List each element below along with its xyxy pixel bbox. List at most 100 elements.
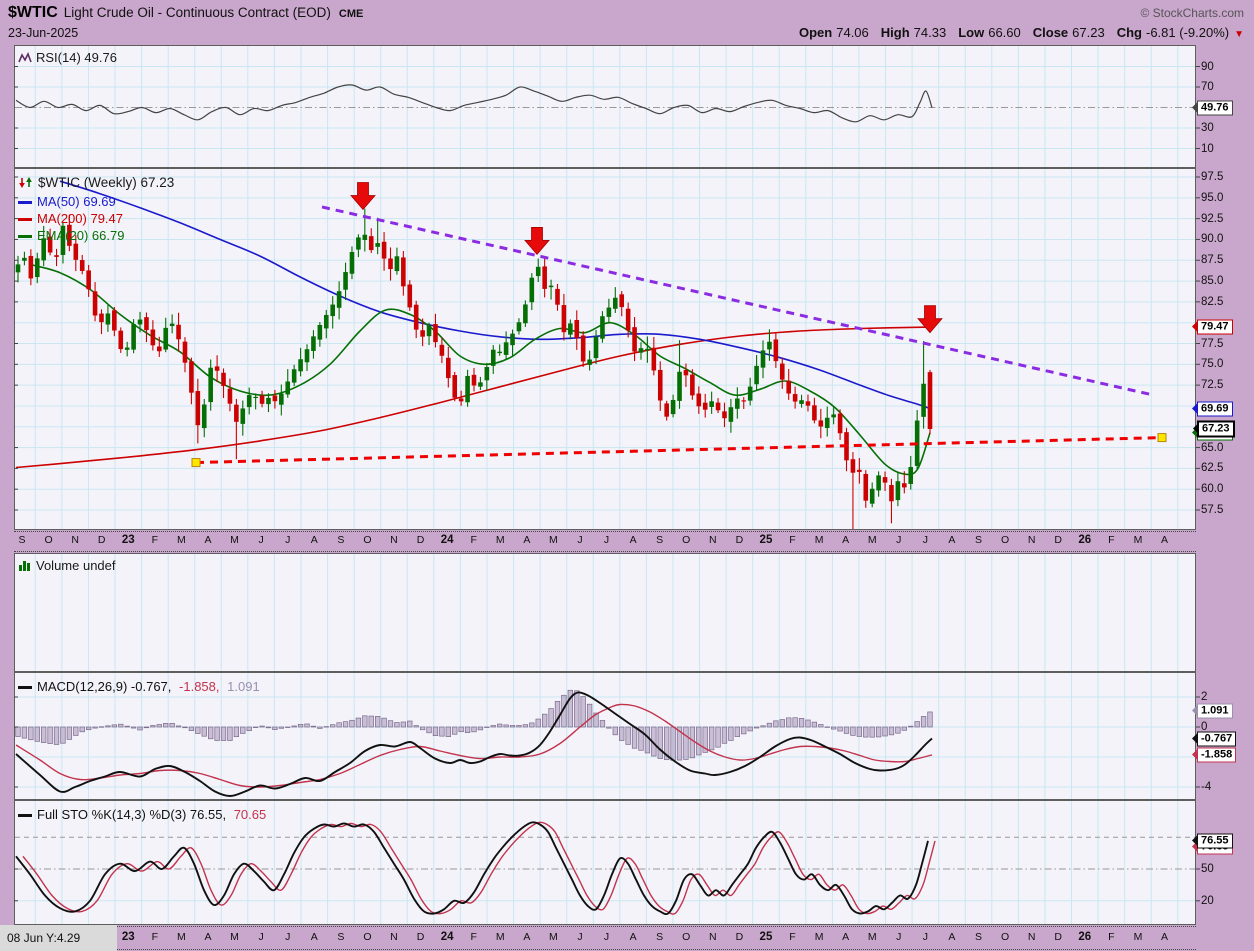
price-panel [14,168,1196,530]
axis-month-label: M [1133,534,1143,546]
axis-month-label: D [1054,534,1063,546]
scale-tick-label: 97.5 [1201,171,1224,183]
axis-month-label: N [71,534,79,546]
exchange-label: CME [338,8,364,20]
sto-legend: Full STO %K(14,3) %D(3) 76.55, 70.65 [18,807,266,822]
rsi-indicator-icon [18,52,32,67]
axis-month-label: J [258,534,264,546]
scale-tick-label: 90.0 [1201,233,1224,246]
candlestick-icon [18,176,34,193]
axis-month-label: F [789,931,796,943]
axis-month-label: O [363,534,372,546]
scale-tick-label: 82.5 [1201,295,1224,308]
ma200-swatch [18,218,32,222]
high-label: High [880,25,910,40]
axis-month-label: M [177,931,186,943]
sto-line-swatch [18,814,32,818]
axis-month-label: J [285,931,291,943]
axis-month-label: A [629,534,637,546]
axis-month-label: D [416,534,425,546]
scale-tick-label: 85.0 [1201,275,1224,288]
axis-month-label: 23 [121,931,135,943]
rsi-legend-label: RSI(14) 49.76 [36,50,117,65]
axis-month-label: D [416,931,425,943]
rsi-panel [14,45,1196,168]
chg-dropdown-arrow[interactable]: ▼ [1234,29,1244,40]
axis-month-label: 25 [759,534,773,546]
scale-tick-label: 70 [1201,81,1214,93]
date-axis-middle: S O N D 23 F M A M J J A S O N D 24 F M A M J J A S O N D 25 F M A M J J A S… [14,530,1196,553]
macd-legend-main: MACD(12,26,9) -0.767, [37,679,172,694]
axis-month-label: N [390,534,398,546]
axis-month-label: F [470,931,477,943]
axis-month-label: J [603,534,610,546]
axis-month-label: J [577,931,583,943]
axis-month-label: F [151,534,159,546]
axis-month-label: S [975,534,983,546]
chg-label: Chg [1116,25,1142,40]
axis-month-label: F [470,534,477,546]
scale-tick-label: 2 [1201,691,1208,703]
axis-month-label: 26 [1078,931,1092,943]
axis-month-label: M [814,534,824,546]
axis-month-label: J [285,534,291,546]
axis-month-label: A [1160,931,1169,943]
axis-month-label: J [922,534,928,546]
scale-badge: 1.091 [1192,703,1233,719]
scale-badge: 76.55 [1192,833,1233,849]
scale-tick-label: 50 [1201,863,1214,875]
axis-month-label: A [948,931,956,943]
axis-month-label: S [656,931,664,943]
scale-tick-label: 20 [1201,894,1214,907]
copyright-link[interactable]: © StockCharts.com [1140,6,1244,20]
axis-month-label: N [1027,534,1036,546]
axis-month-label: J [896,534,902,546]
axis-month-label: M [867,931,877,943]
macd-line-swatch [18,686,32,690]
scale-tick-label: 72.5 [1201,379,1224,392]
axis-month-label: A [1160,534,1169,546]
rsi-legend: RSI(14) 49.76 [18,50,117,67]
low-value: 66.60 [988,25,1021,40]
ema20-swatch [18,235,32,239]
scale-badge: 69.69 [1192,401,1233,417]
open-label: Open [799,25,833,40]
axis-month-label: A [842,931,850,943]
scale-tick-label: 87.5 [1201,254,1224,267]
header-row-1: $WTIC Light Crude Oil - Continuous Contr… [0,0,1254,24]
axis-month-label: N [1027,931,1036,943]
date-axis-bottom: SOND23FMAMJJASOND24FMAMJJASOND25FMAMJJAS… [14,925,1196,951]
crosshair-info-box: 08 Jun Y:4.29 [0,925,117,951]
axis-month-label: M [867,534,877,546]
scale-badge: 79.47 [1192,319,1233,335]
ma50-legend-label: MA(50) 69.69 [37,194,116,209]
axis-month-label: S [337,534,345,546]
axis-month-label: 26 [1078,534,1092,546]
axis-month-label: J [896,931,902,943]
axis-month-label: O [363,931,372,943]
scale-tick-label: 75.0 [1201,358,1224,371]
scale-tick-label: 77.5 [1201,337,1224,350]
volume-legend-label: Volume undef [36,558,116,573]
chart-date: 23-Jun-2025 [8,26,79,40]
axis-month-label: F [151,931,159,943]
axis-month-label: F [789,534,796,546]
scale-tick-label: -4 [1201,781,1212,793]
axis-month-label: A [523,534,531,546]
axis-month-label: O [44,534,53,546]
axis-month-label: A [204,931,212,943]
axis-month-label: F [1108,534,1115,546]
scale-tick-label: 90 [1201,60,1214,73]
chg-value: -6.81 (-9.20%) [1146,25,1230,40]
scale-tick-label: 60.0 [1201,483,1224,496]
axis-month-label: M [230,931,239,943]
axis-month-label: N [390,931,398,943]
axis-month-label: J [258,931,264,943]
axis-month-label: S [975,931,983,943]
volume-legend: Volume undef [18,558,116,575]
axis-month-label: D [1054,931,1063,943]
axis-month-label: O [682,534,691,546]
axis-month-label: D [735,931,744,943]
axis-month-label: M [1133,931,1143,943]
axis-month-label: O [682,931,691,943]
